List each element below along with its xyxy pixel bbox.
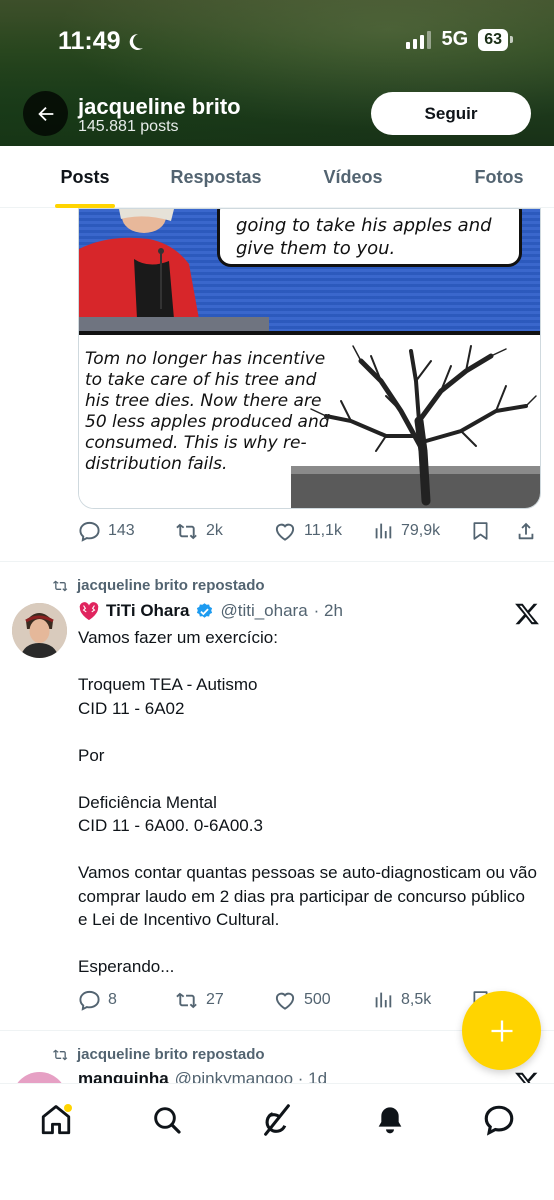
- tab-fotos[interactable]: Fotos: [444, 146, 554, 208]
- repost-label: jacqueline brito repostado: [77, 1046, 265, 1063]
- battery-indicator: 63: [478, 28, 513, 51]
- post-image[interactable]: going to take his apples and give them t…: [78, 208, 541, 509]
- profile-tabs: Posts Respostas Vídeos Fotos: [0, 146, 554, 208]
- bottom-navigation: [0, 1083, 554, 1200]
- back-button[interactable]: [23, 91, 68, 136]
- heart-icon: [275, 992, 295, 1010]
- tab-respostas[interactable]: Respostas: [170, 146, 262, 208]
- bookmark-icon: [473, 522, 488, 540]
- nav-messages[interactable]: [479, 1100, 519, 1140]
- repost-label: jacqueline brito repostado: [77, 577, 265, 594]
- clock-text: 11:49: [58, 27, 121, 55]
- repost-button[interactable]: 2k: [175, 517, 223, 545]
- heart-icon: [275, 523, 295, 541]
- notification-dot: [64, 1104, 72, 1112]
- view-count: 79,9k: [401, 522, 441, 539]
- follow-button[interactable]: Seguir: [371, 92, 531, 135]
- post1-actions: 143 2k 11,1k 79,9k: [78, 517, 540, 545]
- post-count: 145.881 posts: [78, 118, 179, 135]
- search-icon: [154, 1107, 181, 1134]
- comic-bottom-panel: Tom no longer has incentive to take care…: [79, 335, 540, 508]
- bookmark-button[interactable]: [470, 517, 491, 545]
- tab-videos[interactable]: Vídeos: [262, 146, 444, 208]
- repost-arrows-icon: [53, 1049, 68, 1060]
- x-logo-icon[interactable]: [514, 601, 540, 627]
- speech-bubble-icon: [79, 990, 100, 1011]
- notifications-icon: [378, 1107, 402, 1134]
- dead-tree-illustration: [291, 345, 540, 508]
- like-count: 500: [304, 991, 331, 1008]
- plus-icon: [491, 1020, 512, 1041]
- nav-search[interactable]: [147, 1100, 187, 1140]
- compose-button[interactable]: [462, 991, 541, 1070]
- repost-button[interactable]: 27: [175, 986, 224, 1014]
- post-time: · 2h: [313, 601, 343, 620]
- bar-chart-icon: [375, 992, 392, 1008]
- views-button[interactable]: 79,9k: [372, 517, 440, 545]
- views-button[interactable]: 8,5k: [372, 986, 431, 1014]
- repost-arrows-icon: [176, 992, 197, 1008]
- status-indicators: 5G 63: [405, 28, 513, 51]
- arrow-left-icon: [37, 106, 53, 121]
- author-name[interactable]: TiTi Ohara: [106, 601, 189, 621]
- nav-notifications[interactable]: [370, 1100, 410, 1140]
- podium: [79, 317, 269, 331]
- share-icon: [518, 522, 534, 540]
- bar-chart-icon: [375, 523, 392, 539]
- profile-header: 11:49 5G 63 jacqueline brito 145.881 pos…: [0, 0, 554, 146]
- moon-icon: [129, 33, 143, 50]
- speaker-illustration: [79, 209, 199, 319]
- reply-count: 8: [108, 991, 117, 1008]
- tab-posts[interactable]: Posts: [0, 146, 170, 208]
- nav-grok[interactable]: [257, 1100, 297, 1140]
- reply-count: 143: [108, 522, 135, 539]
- speech-bubble: going to take his apples and give them t…: [217, 209, 522, 267]
- repost-arrows-icon: [176, 523, 197, 539]
- post-divider: [0, 561, 554, 562]
- author-handle[interactable]: @titi_ohara: [220, 601, 307, 621]
- share-button[interactable]: [515, 517, 537, 545]
- profile-name: jacqueline brito: [78, 94, 241, 119]
- status-time: 11:49: [58, 27, 145, 56]
- signal-icon: [405, 30, 431, 49]
- like-button[interactable]: 500: [273, 986, 331, 1014]
- post-text: Vamos fazer um exercício: Troquem TEA - …: [78, 628, 537, 976]
- repost-count: 27: [206, 991, 224, 1008]
- nav-home[interactable]: [36, 1100, 76, 1140]
- repost-indicator: jacqueline brito repostado: [52, 1046, 265, 1063]
- repost-count: 2k: [206, 522, 223, 539]
- hearts-emoji-icon: [79, 602, 99, 621]
- like-button[interactable]: 11,1k: [273, 517, 342, 545]
- post-author-row: TiTi Ohara @titi_ohara · 2h: [78, 601, 343, 621]
- view-count: 8,5k: [401, 991, 432, 1008]
- network-type: 5G: [441, 28, 469, 50]
- messages-icon: [484, 1105, 514, 1136]
- verified-badge-icon: [197, 602, 213, 618]
- grok-icon: [264, 1104, 290, 1136]
- like-count: 11,1k: [304, 522, 342, 539]
- reply-button[interactable]: 143: [78, 517, 135, 545]
- repost-arrows-icon: [53, 580, 68, 591]
- avatar[interactable]: [12, 603, 67, 658]
- comic-top-panel: going to take his apples and give them t…: [79, 209, 540, 331]
- reply-button[interactable]: 8: [78, 986, 117, 1014]
- speech-bubble-icon: [79, 521, 100, 542]
- avatar-image: [12, 603, 67, 658]
- repost-indicator: jacqueline brito repostado: [52, 577, 265, 594]
